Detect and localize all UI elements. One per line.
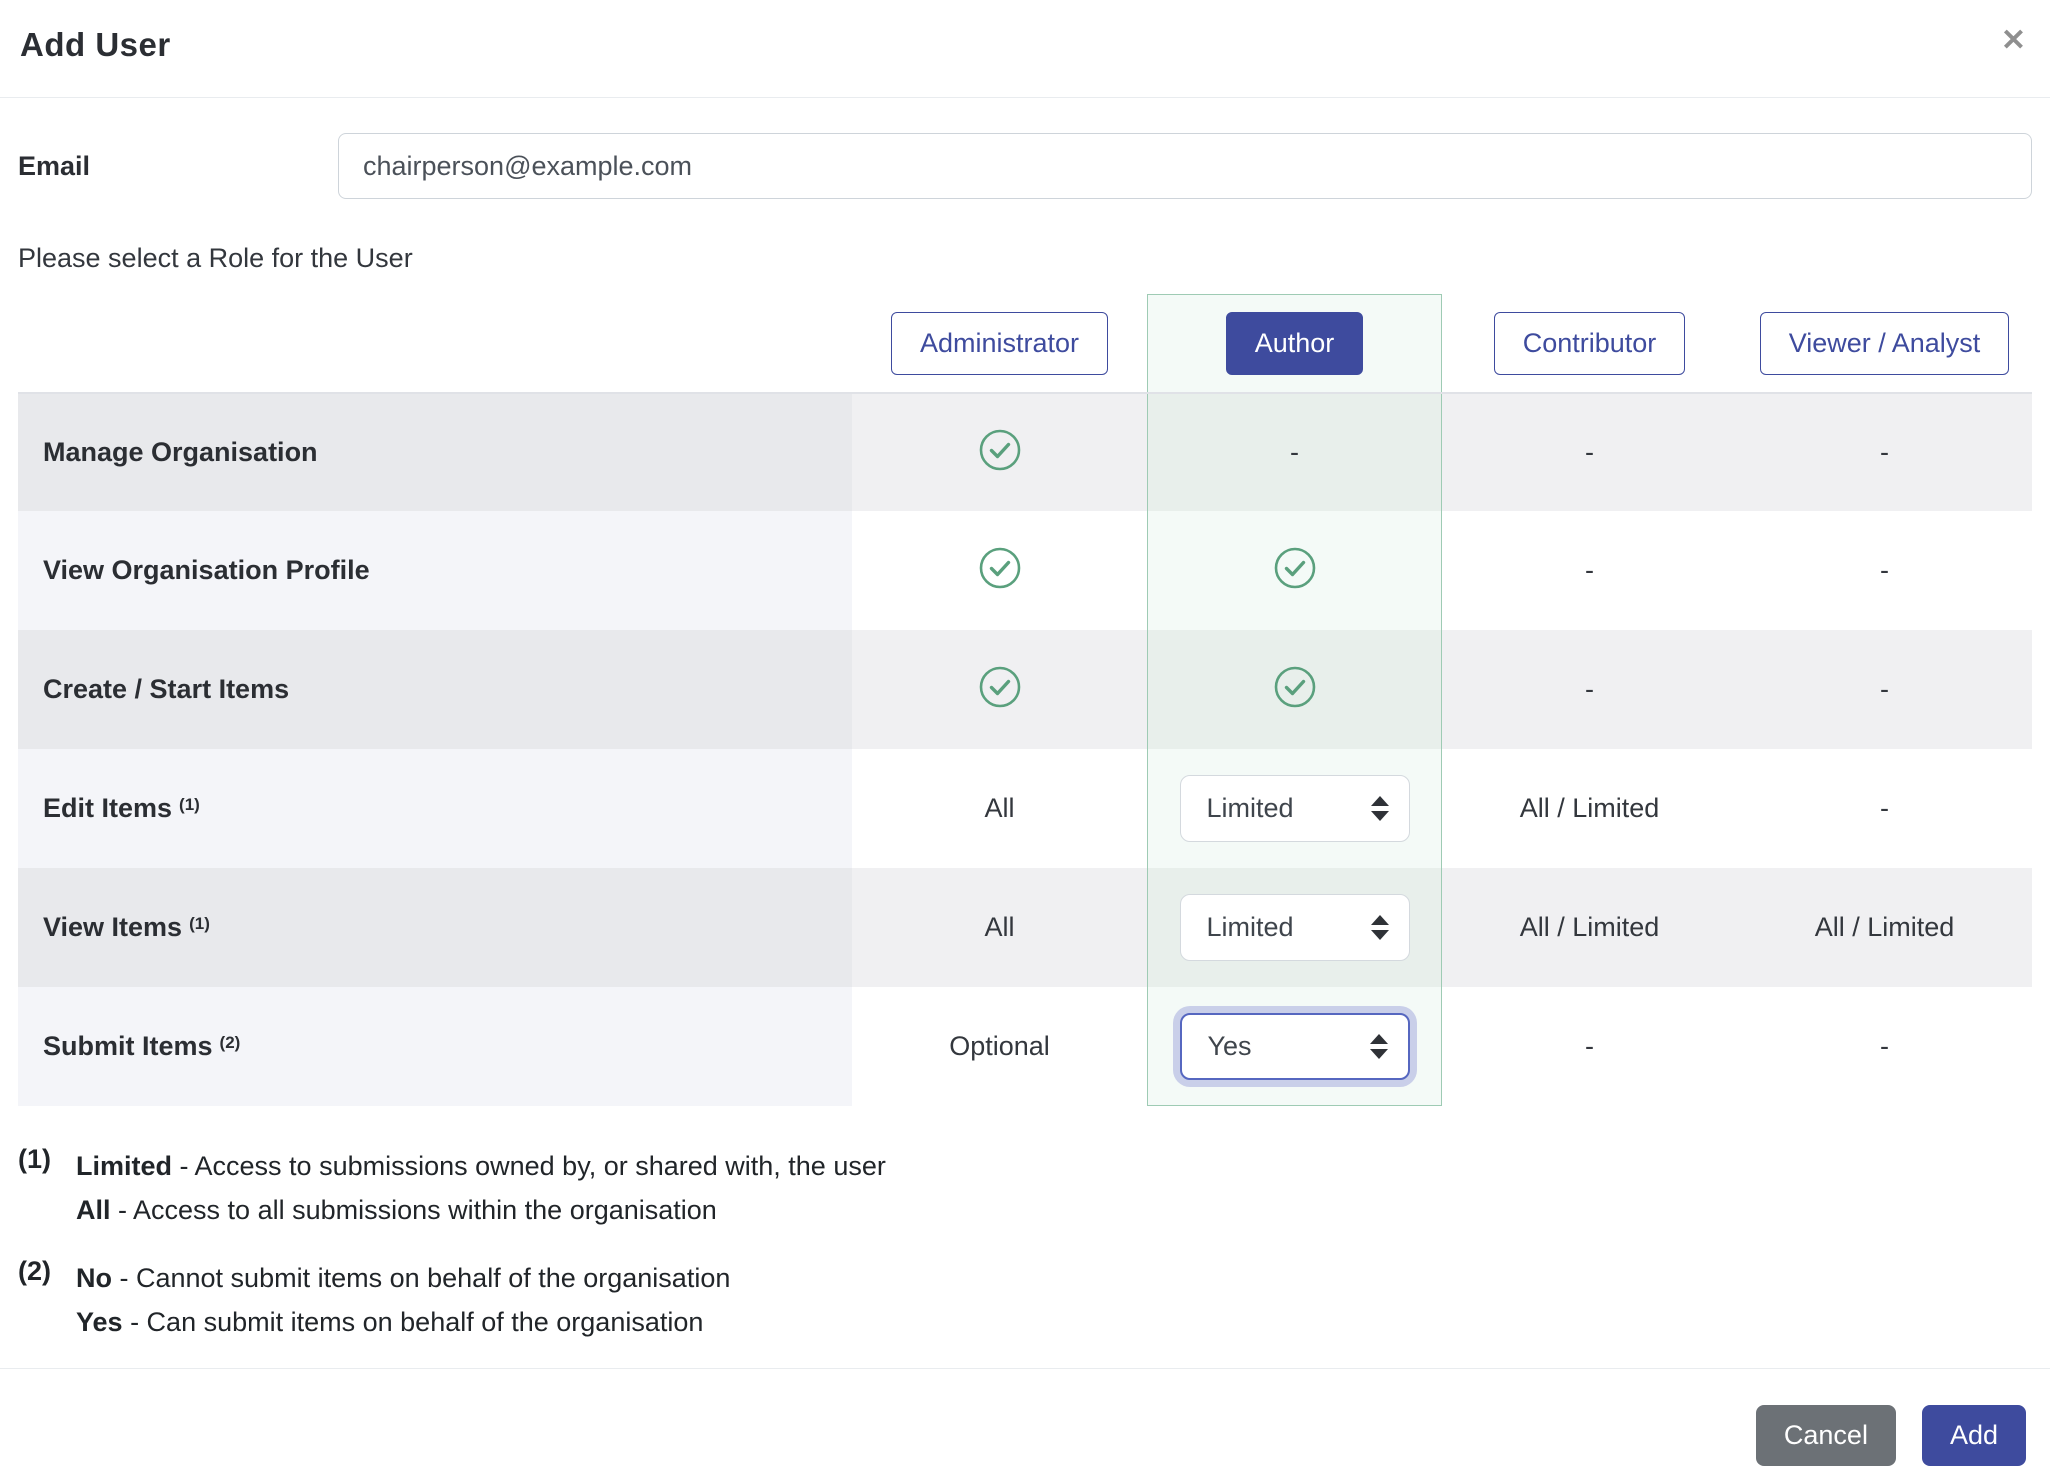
permission-select[interactable]: Limited [1180,775,1410,842]
not-available-dash: - [1585,1031,1594,1062]
check-circle-icon [1273,546,1317,595]
role-button-author[interactable]: Author [1226,312,1364,375]
close-icon[interactable]: ✕ [2001,26,2026,56]
permission-cell: - [1737,630,2032,749]
not-available-dash: - [1290,437,1299,468]
not-available-dash: - [1585,674,1594,705]
role-column-contributor: Contributor [1442,294,1737,392]
modal-header: Add User ✕ [0,0,2050,98]
email-label: Email [18,151,338,182]
permission-cell: Optional [852,987,1147,1106]
permission-value: All [984,793,1014,824]
permission-label: Manage Organisation [18,394,852,511]
role-header-spacer [18,294,852,392]
permission-label: Create / Start Items [18,630,852,749]
footnote: (1)Limited - Access to submissions owned… [18,1144,2032,1232]
role-column-author: Author [1147,294,1442,392]
permission-cell: - [1737,749,2032,868]
not-available-dash: - [1880,793,1889,824]
table-row: Create / Start Items - - [18,630,2032,749]
not-available-dash: - [1880,674,1889,705]
footnote-ref: (1) [189,914,210,934]
select-updown-icon [1370,1034,1388,1059]
not-available-dash: - [1585,555,1594,586]
role-column-viewer-analyst: Viewer / Analyst [1737,294,2032,392]
permission-cell [1147,511,1442,630]
role-prompt: Please select a Role for the User [18,243,2032,274]
permission-value: All / Limited [1815,912,1955,943]
permission-cell: - [1737,394,2032,511]
check-circle-icon [978,665,1022,714]
role-button-administrator[interactable]: Administrator [891,312,1108,375]
permission-label: Submit Items(2) [18,987,852,1106]
modal-title: Add User [20,26,171,64]
permission-select[interactable]: Yes [1180,1013,1410,1080]
permission-cell: - [1737,511,2032,630]
table-row: View Items(1) All Limited All / Limited All … [18,868,2032,987]
permission-cell: All / Limited [1737,868,2032,987]
cancel-button[interactable]: Cancel [1756,1405,1896,1466]
permission-cell: - [1737,987,2032,1106]
permission-label: View Organisation Profile [18,511,852,630]
permission-cell: - [1442,987,1737,1106]
permission-cell: - [1147,394,1442,511]
check-circle-icon [978,546,1022,595]
permission-cell: Limited [1147,749,1442,868]
role-button-viewer-analyst[interactable]: Viewer / Analyst [1760,312,2010,375]
permission-cell: All / Limited [1442,749,1737,868]
permission-cell: - [1442,630,1737,749]
footnote-ref: (1) [179,795,200,815]
email-row: Email [18,133,2032,199]
permission-value: All / Limited [1520,912,1660,943]
permission-select[interactable]: Limited [1180,894,1410,961]
permission-value: All / Limited [1520,793,1660,824]
select-updown-icon [1371,796,1389,821]
modal-footer: Cancel Add [0,1368,2050,1466]
footnote-line: Limited - Access to submissions owned by… [76,1144,886,1188]
add-user-modal: Add User ✕ Email Please select a Role fo… [0,0,2050,1466]
modal-body: Email Please select a Role for the User … [0,133,2050,1344]
permission-cell: - [1442,511,1737,630]
table-row: Manage Organisation - - - [18,392,2032,511]
permission-label: Edit Items(1) [18,749,852,868]
role-column-administrator: Administrator [852,294,1147,392]
permission-cell: All [852,749,1147,868]
permission-value: Optional [949,1031,1050,1062]
not-available-dash: - [1880,1031,1889,1062]
permissions-table: Administrator Author Contributor Viewer / A… [18,294,2032,1106]
permission-cell [852,630,1147,749]
table-row: View Organisation Profile - - [18,511,2032,630]
permission-cell: All / Limited [1442,868,1737,987]
permission-cell [852,511,1147,630]
role-header-row: Administrator Author Contributor Viewer / A… [18,294,2032,392]
not-available-dash: - [1880,437,1889,468]
permission-cell: - [1442,394,1737,511]
check-circle-icon [978,428,1022,477]
footnote-ref: (2) [220,1033,241,1053]
footnote-line: All - Access to all submissions within t… [76,1188,886,1232]
permission-label: View Items(1) [18,868,852,987]
footnote-marker: (2) [18,1256,76,1344]
footnote-line: Yes - Can submit items on behalf of the … [76,1300,730,1344]
role-button-contributor[interactable]: Contributor [1494,312,1686,375]
permission-cell: All [852,868,1147,987]
check-circle-icon [1273,665,1317,714]
footnote: (2)No - Cannot submit items on behalf of… [18,1256,2032,1344]
permission-value: All [984,912,1014,943]
add-button[interactable]: Add [1922,1405,2026,1466]
footnotes: (1)Limited - Access to submissions owned… [18,1144,2032,1344]
table-row: Edit Items(1) All Limited All / Limited - [18,749,2032,868]
permission-cell: Yes [1147,987,1442,1106]
permission-cell: Limited [1147,868,1442,987]
permission-cell [852,394,1147,511]
footnote-line: No - Cannot submit items on behalf of th… [76,1256,730,1300]
select-updown-icon [1371,915,1389,940]
email-field[interactable] [338,133,2032,199]
permission-cell [1147,630,1442,749]
table-row: Submit Items(2) Optional Yes - - [18,987,2032,1106]
not-available-dash: - [1880,555,1889,586]
not-available-dash: - [1585,437,1594,468]
footnote-marker: (1) [18,1144,76,1232]
